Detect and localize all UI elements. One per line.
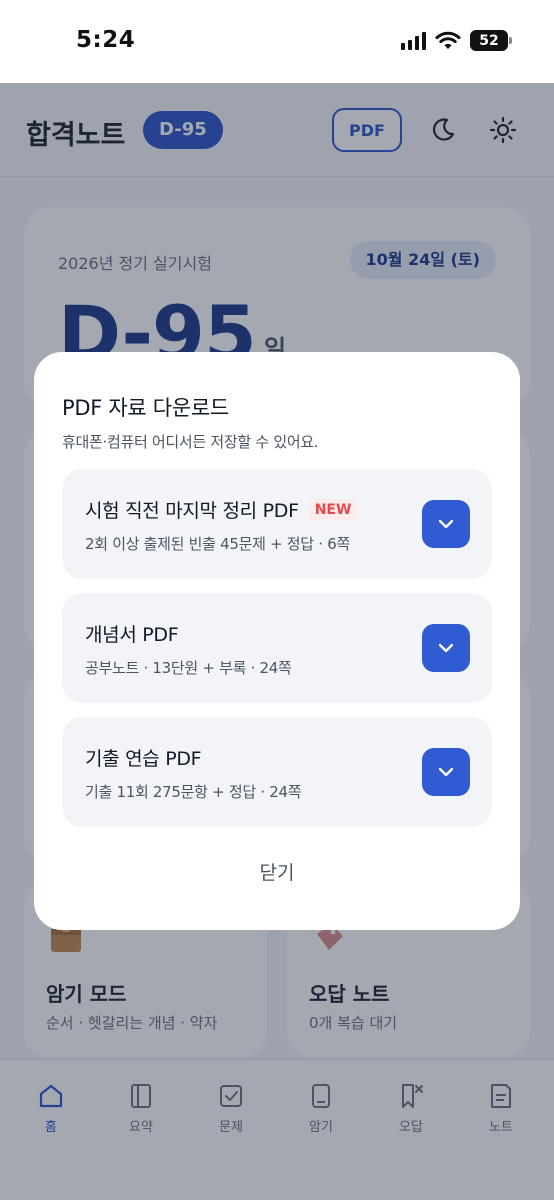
download-item[interactable]: 시험 직전 마지막 정리 PDF NEW 2회 이상 출제된 빈출 45문제 +… (62, 469, 492, 579)
download-item[interactable]: 개념서 PDF 공부노트 · 13단원 + 부록 · 24쪽 (62, 593, 492, 703)
battery-icon: 52 (470, 30, 512, 51)
chevron-down-icon (438, 519, 454, 529)
new-badge: NEW (308, 498, 358, 521)
pdf-download-modal: PDF 자료 다운로드 휴대폰·컴퓨터 어디서든 저장할 수 있어요. 시험 직… (34, 352, 520, 930)
download-item-title: 기출 연습 PDF (85, 748, 202, 770)
download-button[interactable] (422, 748, 470, 796)
cellular-signal-icon (401, 31, 426, 50)
download-item-meta: 2회 이상 출제된 빈출 45문제 + 정답 · 6쪽 (85, 535, 350, 553)
download-item-title: 시험 직전 마지막 정리 PDF (85, 500, 299, 522)
chevron-down-icon (438, 767, 454, 777)
download-item[interactable]: 기출 연습 PDF 기출 11회 275문항 + 정답 · 24쪽 (62, 717, 492, 827)
modal-subtitle: 휴대폰·컴퓨터 어디서든 저장할 수 있어요. (62, 433, 319, 451)
download-item-meta: 기출 11회 275문항 + 정답 · 24쪽 (85, 783, 302, 801)
download-item-title-row: 개념서 PDF (85, 620, 179, 647)
download-item-meta: 공부노트 · 13단원 + 부록 · 24쪽 (85, 659, 292, 677)
download-button[interactable] (422, 624, 470, 672)
status-bar: 5:24 52 (0, 0, 554, 83)
download-item-title: 개념서 PDF (85, 624, 179, 646)
modal-title: PDF 자료 다운로드 (62, 396, 229, 420)
chevron-down-icon (438, 643, 454, 653)
download-button[interactable] (422, 500, 470, 548)
download-item-title-row: 시험 직전 마지막 정리 PDF NEW (85, 496, 358, 523)
status-time: 5:24 (76, 27, 136, 53)
wifi-icon (435, 31, 461, 49)
status-icons: 52 (401, 30, 512, 51)
download-item-title-row: 기출 연습 PDF (85, 744, 202, 771)
close-button[interactable]: 닫기 (34, 858, 520, 885)
